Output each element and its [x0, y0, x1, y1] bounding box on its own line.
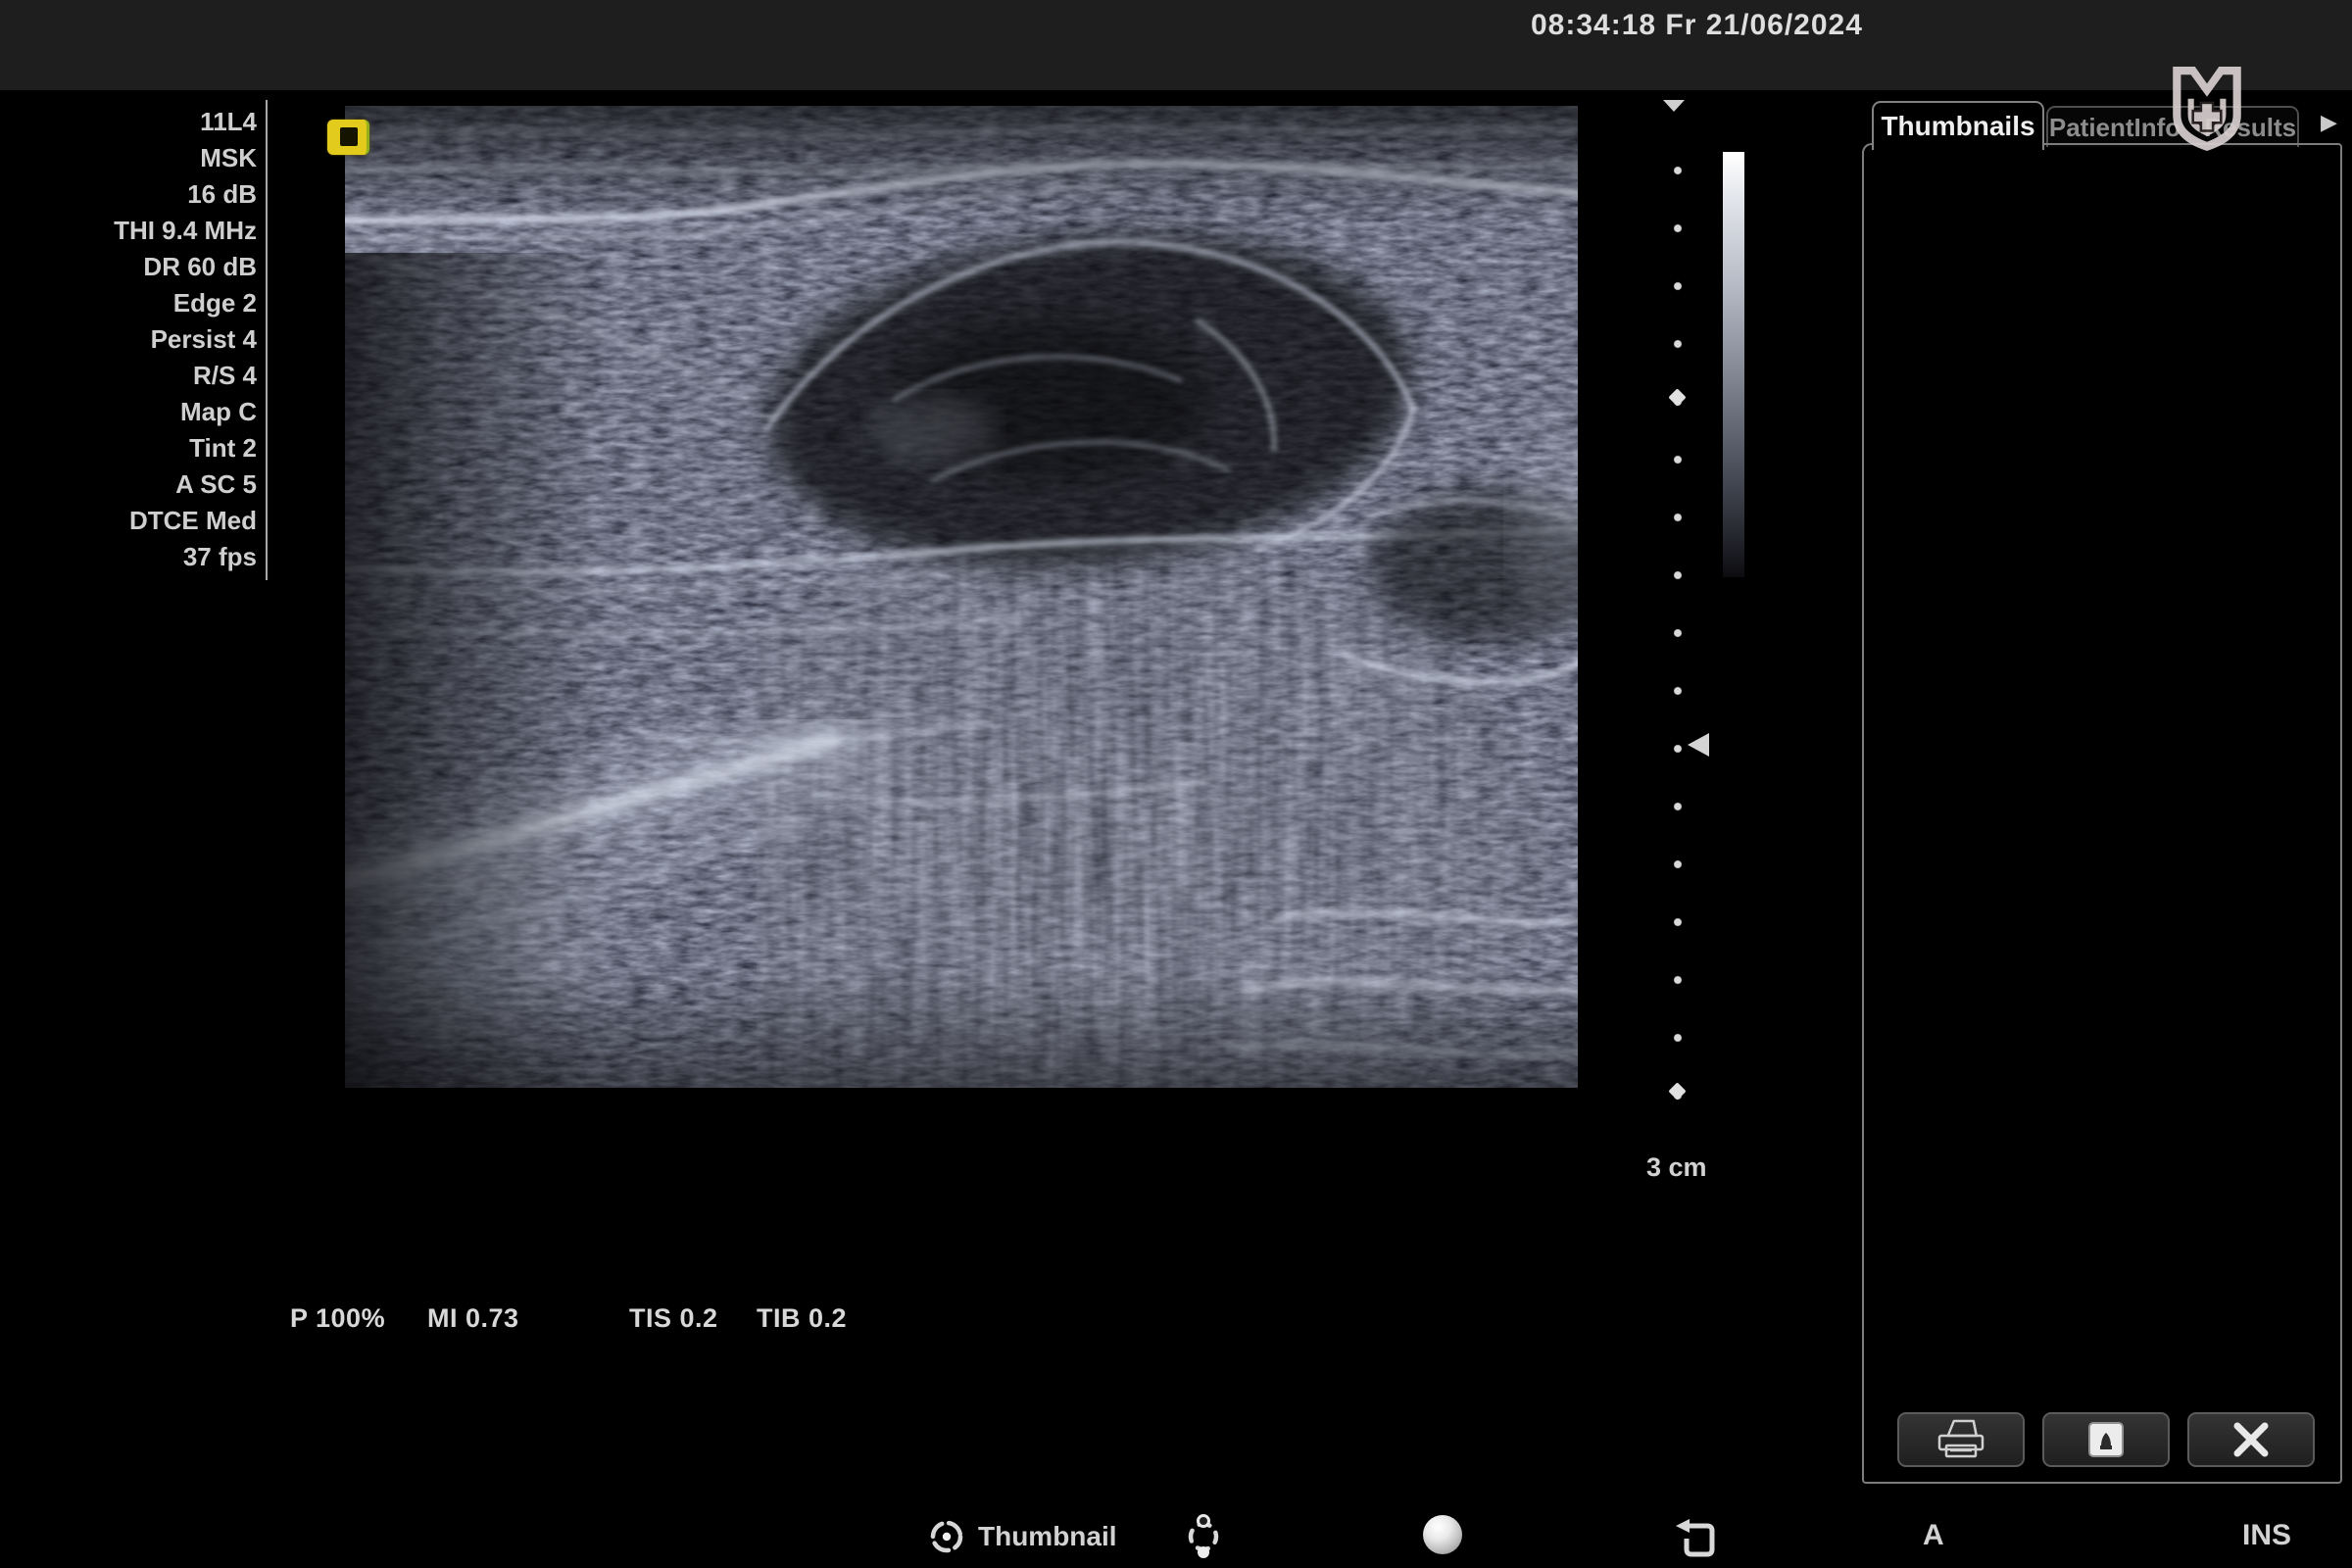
- brand-logo-icon: [2166, 65, 2248, 153]
- param-asc: A SC 5: [39, 466, 257, 503]
- close-icon: [2231, 1422, 2271, 1457]
- depth-label: 3 cm: [1646, 1152, 1707, 1183]
- thumbnails-panel: [1862, 143, 2342, 1484]
- param-gain: 16 dB: [39, 176, 257, 213]
- return-button[interactable]: [1674, 1519, 1719, 1558]
- param-dynamic-range: DR 60 dB: [39, 249, 257, 285]
- tab-overflow-arrow-icon[interactable]: ▶: [2321, 110, 2337, 135]
- tis-readout: TIS 0.2: [629, 1303, 718, 1334]
- thumbnail-button[interactable]: [927, 1517, 966, 1556]
- bmode-ultrasound-image[interactable]: [345, 106, 1578, 1088]
- trackball-status-ball: [1423, 1515, 1462, 1554]
- return-icon: [1674, 1519, 1719, 1558]
- power-readout: P 100%: [290, 1303, 385, 1334]
- focus-position-marker-icon[interactable]: [1688, 733, 1709, 757]
- trackball-indicator-icon: [1182, 1513, 1225, 1560]
- printer-icon: [1934, 1418, 1988, 1461]
- param-transducer: 11L4: [39, 104, 257, 140]
- annotation-mode-indicator: A: [1923, 1519, 1944, 1552]
- tab-thumbnails[interactable]: Thumbnails: [1872, 101, 2044, 150]
- param-map: Map C: [39, 394, 257, 430]
- parameter-divider: [266, 100, 268, 580]
- tab-patientinfo[interactable]: PatientInfo: [2049, 113, 2180, 143]
- param-frequency: THI 9.4 MHz: [39, 213, 257, 249]
- mi-readout: MI 0.73: [427, 1303, 519, 1334]
- depth-ruler: [1671, 165, 1685, 1148]
- param-preset: MSK: [39, 140, 257, 176]
- grayscale-bar: [1723, 152, 1744, 577]
- param-edge: Edge 2: [39, 285, 257, 321]
- param-dtce: DTCE Med: [39, 503, 257, 539]
- ultrasound-texture: [345, 106, 1578, 1088]
- datetime-display: 08:34:18 Fr 21/06/2024: [1531, 9, 1863, 42]
- ultrasound-screen: 08:34:18 Fr 21/06/2024 11L4 MSK 16 dB TH…: [0, 0, 2352, 1568]
- capture-export-icon: [2086, 1420, 2126, 1459]
- insert-mode-indicator: INS: [2242, 1519, 2291, 1552]
- param-rs: R/S 4: [39, 358, 257, 394]
- print-button[interactable]: [1897, 1412, 2025, 1467]
- thumbnail-label[interactable]: Thumbnail: [978, 1521, 1117, 1552]
- top-bar: [0, 0, 2352, 90]
- acquisition-parameter-list: 11L4 MSK 16 dB THI 9.4 MHz DR 60 dB Edge…: [39, 104, 257, 575]
- thumbnail-rotate-icon: [927, 1517, 966, 1556]
- param-framerate: 37 fps: [39, 539, 257, 575]
- close-button[interactable]: [2187, 1412, 2315, 1467]
- tib-readout: TIB 0.2: [757, 1303, 847, 1334]
- tab-thumbnails-label: Thumbnails: [1881, 111, 2034, 142]
- capture-export-button[interactable]: [2042, 1412, 2170, 1467]
- param-persist: Persist 4: [39, 321, 257, 358]
- ruler-top-marker-icon: [1663, 100, 1685, 112]
- probe-orientation-marker-icon: [327, 120, 369, 155]
- param-tint: Tint 2: [39, 430, 257, 466]
